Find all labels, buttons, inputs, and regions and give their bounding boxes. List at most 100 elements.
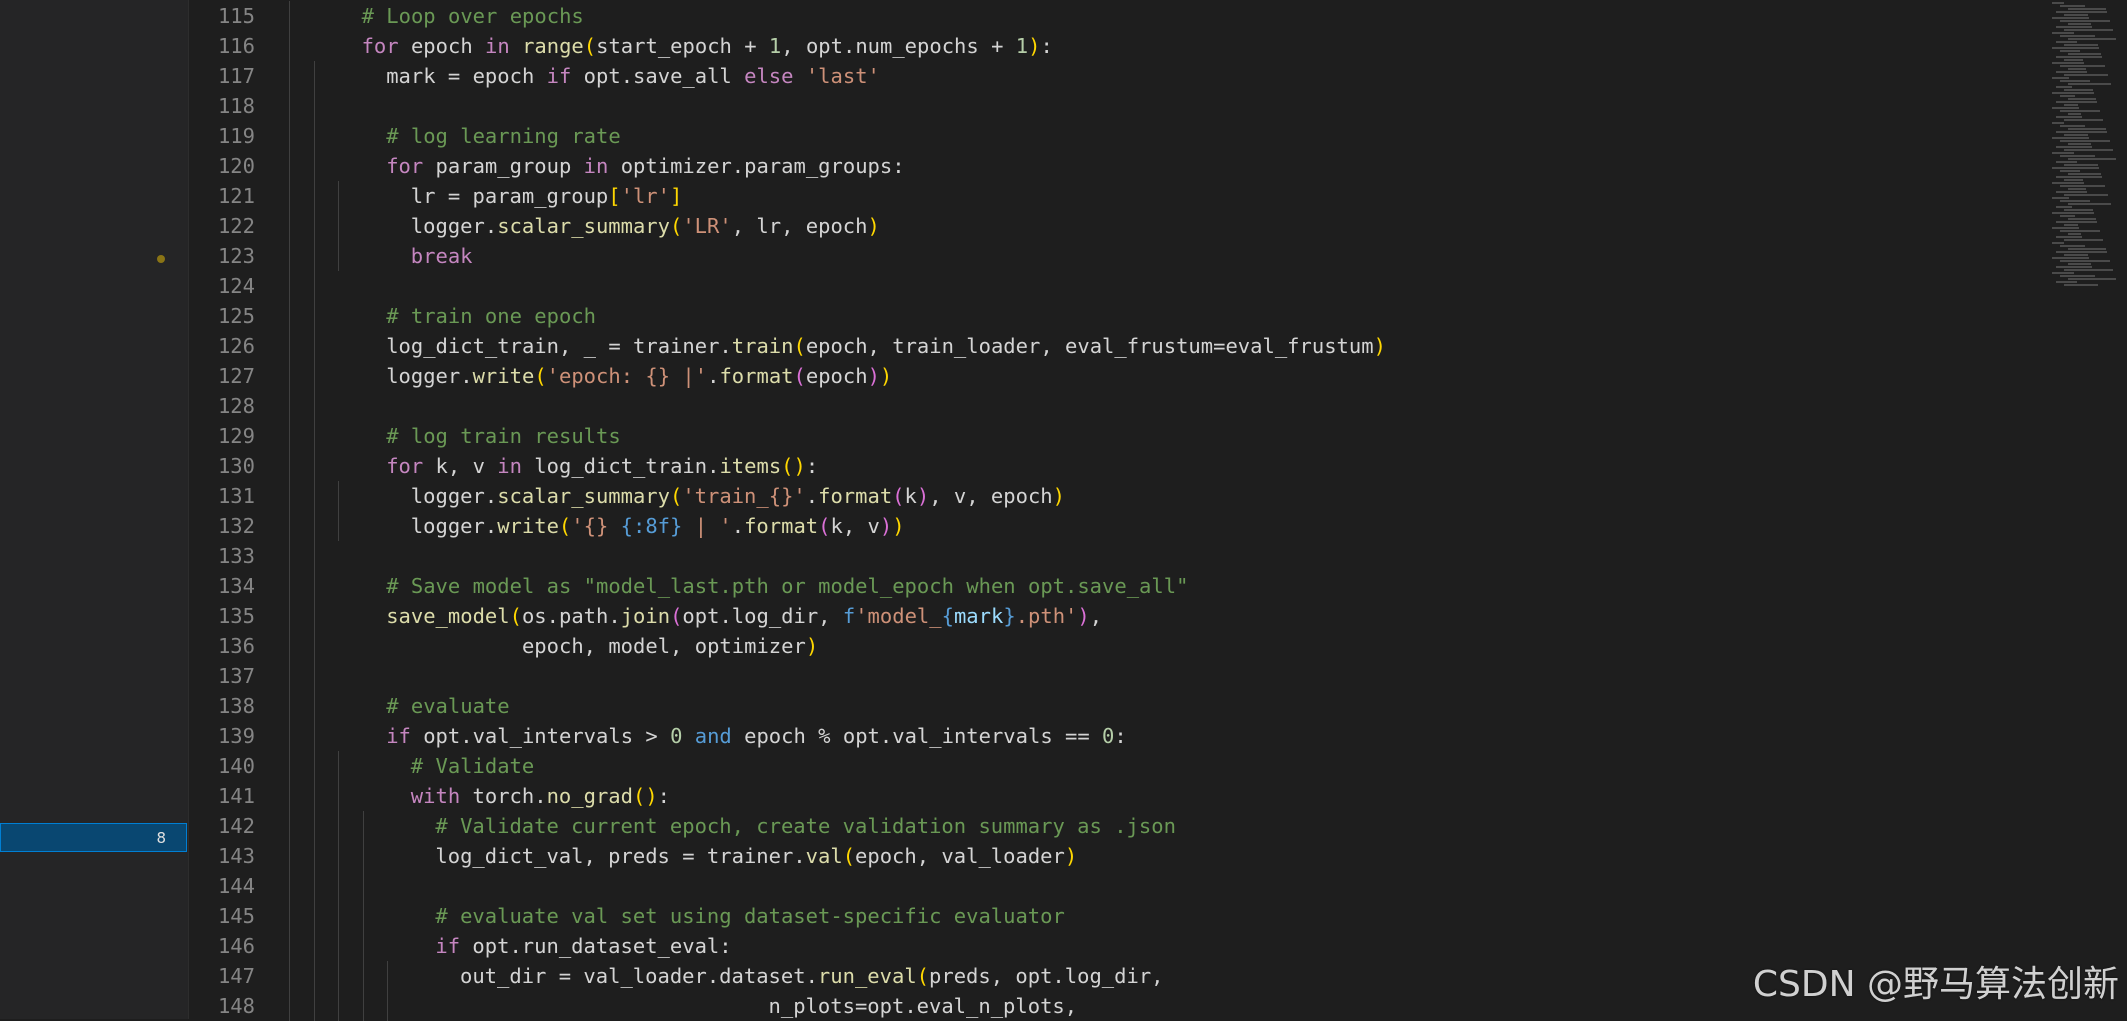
- minimap-line: [2056, 41, 2077, 43]
- code-token: epoch, val_loader: [855, 844, 1065, 868]
- line-number: 143: [217, 844, 255, 868]
- code-token: 'last': [805, 64, 880, 88]
- indent-guide: [313, 181, 315, 211]
- code-token: , v, epoch: [929, 484, 1053, 508]
- minimap-line: [2064, 59, 2083, 61]
- minimap-line: [2060, 125, 2085, 127]
- minimap-line: [2060, 170, 2080, 172]
- minimap-line: [2064, 224, 2078, 226]
- indent-guide: [362, 931, 364, 961]
- code-token: ): [1077, 604, 1090, 628]
- code-token: out_dir = val_loader.dataset.: [460, 964, 818, 988]
- minimap-line: [2052, 47, 2099, 49]
- indent-guide: [289, 271, 290, 301]
- code-token: 0: [1102, 724, 1115, 748]
- indent-guide: [338, 181, 340, 211]
- code-token: in: [485, 34, 510, 58]
- code-token: (: [842, 844, 856, 868]
- code-token: start_epoch +: [596, 34, 769, 58]
- code-token: opt.log_dir,: [682, 604, 843, 628]
- minimap-line: [2060, 5, 2085, 7]
- code-token: , opt.num_epochs +: [781, 34, 1016, 58]
- watermark: CSDN @野马算法创新: [1752, 964, 2119, 1005]
- minimap-line: [2056, 101, 2097, 103]
- minimap-line: [2052, 182, 2084, 184]
- indent-guide: [313, 961, 315, 991]
- minimap-line: [2064, 239, 2103, 241]
- minimap-line: [2056, 266, 2092, 268]
- minimap-line: [2064, 44, 2098, 46]
- code-text: for param_group in optimizer.param_group…: [386, 151, 904, 181]
- code-token: save_model: [386, 604, 510, 628]
- code-token: '{}: [571, 514, 621, 538]
- indent-guide: [313, 391, 315, 421]
- line-number: 123: [217, 244, 255, 268]
- code-token: (: [916, 964, 930, 988]
- code-token: .: [707, 364, 720, 388]
- line-number: 147: [217, 964, 255, 988]
- minimap-line: [2068, 233, 2081, 235]
- minimap-line: [2056, 176, 2102, 178]
- indent-guide: [289, 121, 290, 151]
- line-number: 139: [217, 724, 255, 748]
- code-token: ): [805, 634, 819, 658]
- line-number: 135: [217, 604, 255, 628]
- minimap-line: [2068, 278, 2116, 280]
- line-number: 124: [217, 274, 255, 298]
- code-text: # Validate: [411, 751, 534, 781]
- code-token: # Loop over epochs: [361, 4, 584, 28]
- selected-row[interactable]: 8: [0, 823, 187, 852]
- indent-guide: [338, 781, 340, 811]
- minimap-line: [2068, 128, 2106, 130]
- minimap-line: [2052, 152, 2074, 154]
- minimap-line: [2068, 203, 2111, 205]
- indent-guide: [289, 61, 290, 91]
- indent-guide: [338, 751, 340, 781]
- code-token: opt.save_all: [571, 64, 745, 88]
- code-token: no_grad: [546, 784, 633, 808]
- code-token: ]: [670, 184, 683, 208]
- minimap-line: [2056, 71, 2087, 73]
- minimap-line: [2064, 74, 2108, 76]
- code-token: logger.: [410, 214, 498, 238]
- code-token: mark: [953, 604, 1004, 628]
- indent-guide: [313, 61, 315, 91]
- minimap-line: [2064, 254, 2088, 256]
- line-number: 145: [217, 904, 255, 928]
- code-text: logger.scalar_summary('train_{}'.format(…: [411, 481, 1065, 511]
- minimap-line: [2068, 158, 2116, 160]
- minimap-line: [2064, 149, 2113, 151]
- indent-guide: [289, 661, 290, 691]
- code-token: epoch: [805, 364, 868, 388]
- code-token: ): [867, 214, 880, 238]
- line-number: 119: [217, 124, 255, 148]
- code-token: train: [731, 334, 794, 358]
- minimap-line: [2060, 80, 2090, 82]
- code-token: log_dict_val, preds = trainer.: [435, 844, 806, 868]
- minimap-line: [2064, 119, 2103, 121]
- indent-guide: [289, 931, 290, 961]
- minimap-line: [2052, 77, 2069, 79]
- indent-guide: [289, 181, 290, 211]
- minimap-line: [2068, 68, 2086, 70]
- minimap-line: [2060, 110, 2100, 112]
- indent-guide: [289, 871, 290, 901]
- code-token: ): [1373, 334, 1386, 358]
- code-token: (: [818, 514, 831, 538]
- code-editor[interactable]: 115 # Loop over epochs 116 for epoch in ran…: [189, 0, 2127, 1021]
- code-token: logger.: [386, 364, 473, 388]
- indent-guide: [289, 541, 290, 571]
- indent-guide: [338, 241, 340, 271]
- code-token: # evaluate val set using dataset-specifi…: [435, 904, 1065, 928]
- minimap-line: [2068, 218, 2096, 220]
- minimap-line: [2060, 245, 2085, 247]
- code-token: .: [805, 484, 819, 508]
- code-text: # train one epoch: [386, 301, 596, 331]
- minimap-line: [2064, 89, 2093, 91]
- minimap[interactable]: [2052, 0, 2127, 300]
- minimap-line: [2064, 134, 2088, 136]
- indent-guide: [313, 301, 315, 331]
- line-number: 146: [217, 934, 255, 958]
- minimap-line: [2056, 161, 2077, 163]
